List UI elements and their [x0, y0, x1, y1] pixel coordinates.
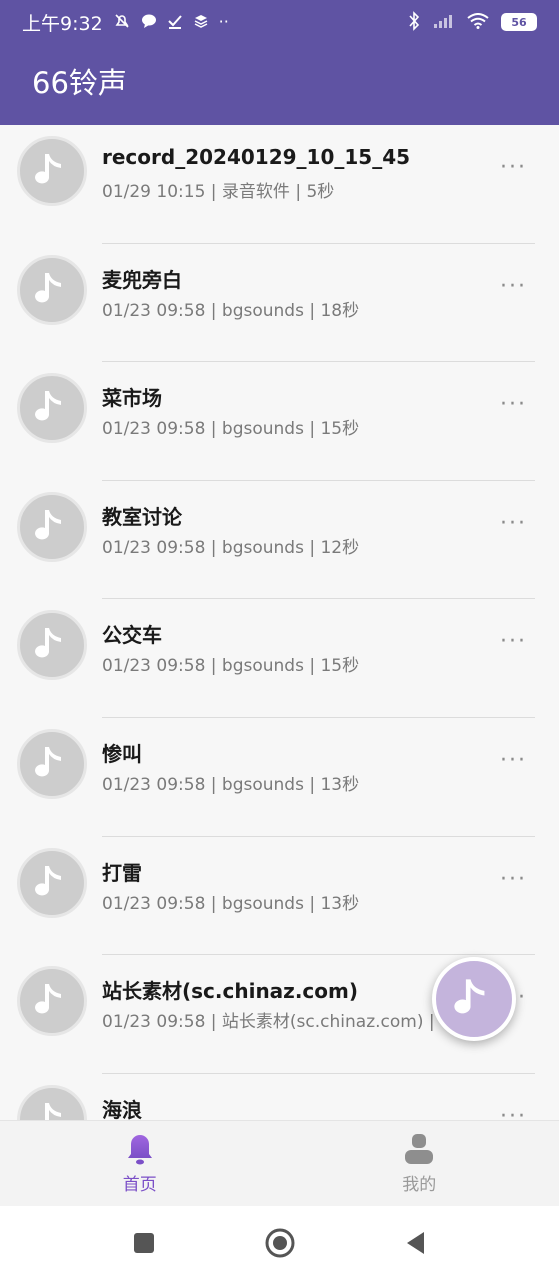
- list-item[interactable]: 麦兜旁白 01/23 09:58 | bgsounds | 18秒 ···: [0, 244, 559, 363]
- layers-icon: [193, 13, 209, 32]
- list-item[interactable]: 菜市场 01/23 09:58 | bgsounds | 15秒 ···: [0, 362, 559, 481]
- bluetooth-icon: [407, 10, 421, 34]
- list-item[interactable]: 公交车 01/23 09:58 | bgsounds | 15秒 ···: [0, 599, 559, 718]
- item-title: 惨叫: [102, 741, 142, 766]
- chat-icon: [141, 13, 157, 32]
- more-options-button[interactable]: ···: [500, 155, 527, 180]
- more-options-button[interactable]: ···: [500, 511, 527, 536]
- bottom-navigation: 首页 我的: [0, 1120, 559, 1206]
- more-options-button[interactable]: ···: [500, 748, 527, 773]
- play-music-fab-button[interactable]: [432, 957, 516, 1041]
- music-note-icon: [17, 254, 87, 325]
- music-note-icon: [17, 373, 87, 444]
- item-title: 菜市场: [102, 386, 162, 411]
- item-subtitle: 01/23 09:58 | bgsounds | 12秒: [102, 537, 360, 558]
- item-subtitle: 01/23 09:58 | bgsounds | 15秒: [102, 419, 360, 440]
- app-header: 上午9:32 ·· 56 66铃声: [0, 0, 559, 125]
- circle-icon: [265, 1228, 294, 1258]
- recents-button[interactable]: [124, 1223, 164, 1263]
- item-title: record_20240129_10_15_45: [102, 145, 411, 169]
- more-options-button[interactable]: ···: [500, 867, 527, 892]
- item-title: 教室讨论: [102, 504, 182, 529]
- item-subtitle: 01/29 10:15 | 录音软件 | 5秒: [102, 182, 335, 202]
- status-bar: 上午9:32 ·· 56: [0, 0, 559, 44]
- item-title: 站长素材(sc.chinaz.com): [102, 979, 358, 1004]
- tab-home[interactable]: 首页: [0, 1121, 280, 1206]
- status-time: 上午9:32: [22, 12, 103, 35]
- more-options-button[interactable]: ···: [500, 392, 527, 417]
- app-title: 66铃声: [32, 66, 127, 100]
- music-note-icon: [17, 1084, 87, 1120]
- wifi-icon: [467, 12, 489, 32]
- item-subtitle: 01/23 09:58 | bgsounds | 15秒: [102, 656, 360, 677]
- list-item[interactable]: 教室讨论 01/23 09:58 | bgsounds | 12秒 ···: [0, 481, 559, 600]
- music-note-icon: [17, 136, 87, 206]
- item-subtitle: 01/23 09:58 | 站长素材(sc.chinaz.com) |: [102, 1012, 435, 1033]
- more-options-button[interactable]: ···: [500, 274, 527, 299]
- music-note-icon: [17, 847, 87, 918]
- system-navigation-bar: [0, 1206, 559, 1280]
- tab-home-label: 首页: [122, 1175, 157, 1195]
- back-triangle-icon: [406, 1232, 424, 1254]
- list-item[interactable]: 惨叫 01/23 09:58 | bgsounds | 13秒 ···: [0, 718, 559, 837]
- tab-profile[interactable]: 我的: [280, 1121, 559, 1206]
- item-title: 海浪: [102, 1097, 142, 1120]
- battery-icon: 56: [501, 13, 537, 31]
- music-note-icon: [454, 979, 485, 1014]
- square-icon: [133, 1233, 154, 1253]
- mute-alarm-icon: [113, 12, 131, 33]
- music-note-icon: [17, 610, 87, 681]
- list-item[interactable]: 海浪 ···: [0, 1074, 559, 1120]
- back-button[interactable]: [396, 1223, 436, 1263]
- check-download-icon: [167, 13, 183, 32]
- person-icon: [405, 1134, 434, 1164]
- bell-icon: [127, 1135, 152, 1165]
- item-subtitle: 01/23 09:58 | bgsounds | 13秒: [102, 893, 360, 914]
- item-title: 打雷: [102, 860, 142, 885]
- tab-profile-label: 我的: [402, 1175, 437, 1195]
- list-item[interactable]: record_20240129_10_15_45 01/29 10:15 | 录…: [0, 125, 559, 244]
- item-subtitle: 01/23 09:58 | bgsounds | 13秒: [102, 774, 360, 795]
- item-subtitle: 01/23 09:58 | bgsounds | 18秒: [102, 300, 360, 321]
- music-note-icon: [17, 966, 87, 1037]
- music-note-icon: [17, 491, 87, 562]
- list-item[interactable]: 打雷 01/23 09:58 | bgsounds | 13秒 ···: [0, 837, 559, 956]
- item-title: 公交车: [102, 623, 162, 648]
- signal-icon: [433, 13, 455, 32]
- more-options-button[interactable]: ···: [500, 1104, 527, 1120]
- item-title: 麦兜旁白: [102, 267, 182, 292]
- more-options-button[interactable]: ···: [500, 629, 527, 654]
- more-notifications-icon: ··: [218, 12, 229, 31]
- music-note-icon: [17, 728, 87, 799]
- home-button[interactable]: [260, 1223, 300, 1263]
